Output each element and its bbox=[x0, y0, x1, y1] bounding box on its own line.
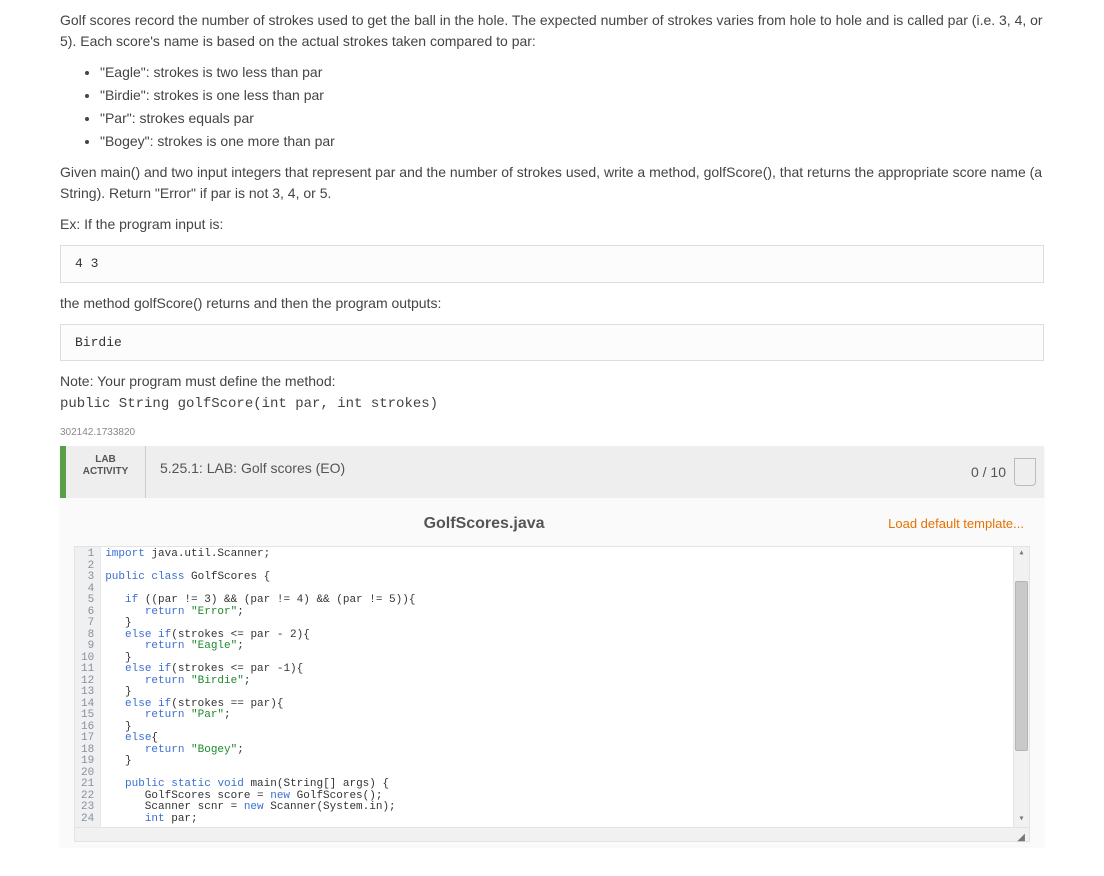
lab-activity-title: 5.25.1: LAB: Golf scores (EO) bbox=[146, 446, 963, 498]
lab-activity-score: 0 / 10 bbox=[963, 446, 1044, 498]
method-note-label: Note: Your program must define the metho… bbox=[60, 373, 336, 389]
code-editor[interactable]: 123456789101112131415161718192021222324 … bbox=[74, 546, 1030, 828]
task-description: Given main() and two input integers that… bbox=[60, 162, 1044, 204]
code-editor-panel: GolfScores.java Load default template...… bbox=[60, 498, 1044, 846]
list-item: "Par": strokes equals par bbox=[100, 108, 1044, 129]
score-shield-icon bbox=[1014, 458, 1036, 486]
list-item: "Birdie": strokes is one less than par bbox=[100, 85, 1044, 106]
file-name: GolfScores.java bbox=[80, 512, 888, 536]
list-item: "Eagle": strokes is two less than par bbox=[100, 62, 1044, 83]
scroll-up-icon[interactable]: ▴ bbox=[1014, 547, 1029, 561]
resize-handle-icon[interactable]: ◢ bbox=[1017, 830, 1025, 845]
method-note: Note: Your program must define the metho… bbox=[60, 371, 1044, 415]
example-output-block: Birdie bbox=[60, 324, 1044, 362]
vertical-scrollbar[interactable]: ▴ ▾ bbox=[1013, 547, 1029, 827]
score-text: 0 / 10 bbox=[971, 462, 1006, 483]
score-definitions-list: "Eagle": strokes is two less than par "B… bbox=[60, 62, 1044, 152]
example-input-label: Ex: If the program input is: bbox=[60, 214, 1044, 235]
code-text-area[interactable]: import java.util.Scanner; public class G… bbox=[101, 547, 1013, 827]
line-number-gutter: 123456789101112131415161718192021222324 bbox=[75, 547, 101, 827]
scroll-thumb[interactable] bbox=[1015, 581, 1028, 751]
list-item: "Bogey": strokes is one more than par bbox=[100, 131, 1044, 152]
editor-bottom-bar: ◢ bbox=[74, 828, 1030, 842]
scroll-down-icon[interactable]: ▾ bbox=[1014, 813, 1029, 827]
intro-paragraph-1: Golf scores record the number of strokes… bbox=[60, 10, 1044, 52]
reference-id: 302142.1733820 bbox=[60, 425, 1044, 440]
load-default-template-link[interactable]: Load default template... bbox=[888, 514, 1024, 534]
lab-activity-header: LAB ACTIVITY 5.25.1: LAB: Golf scores (E… bbox=[60, 446, 1044, 498]
example-input-block: 4 3 bbox=[60, 245, 1044, 283]
example-output-label: the method golfScore() returns and then … bbox=[60, 293, 1044, 314]
method-signature: public String golfScore(int par, int str… bbox=[60, 396, 438, 412]
lab-activity-badge: LAB ACTIVITY bbox=[66, 446, 146, 498]
